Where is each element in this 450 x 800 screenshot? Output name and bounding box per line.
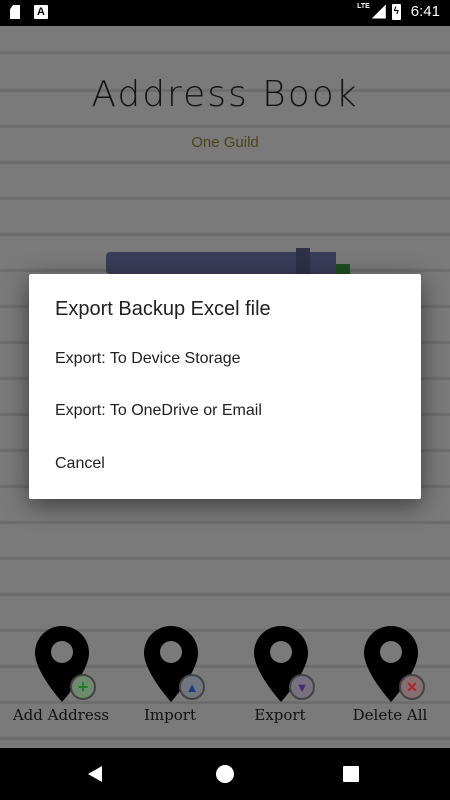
network-type-label: LTE	[357, 3, 370, 10]
status-time: 6:41	[410, 3, 440, 20]
export-device-storage-option[interactable]: Export: To Device Storage	[55, 350, 241, 368]
recents-icon[interactable]	[343, 766, 359, 782]
signal-icon	[371, 4, 386, 19]
navigation-bar	[0, 748, 450, 800]
sd-card-icon	[10, 5, 20, 19]
cancel-option[interactable]: Cancel	[55, 455, 105, 473]
a-notification-icon: A	[34, 5, 48, 19]
dialog-title: Export Backup Excel file	[55, 298, 271, 320]
home-icon[interactable]	[216, 765, 234, 783]
back-icon[interactable]	[88, 766, 102, 782]
export-onedrive-email-option[interactable]: Export: To OneDrive or Email	[55, 402, 262, 420]
status-bar: A LTE ϟ 6:41	[0, 0, 450, 26]
export-dialog: Export Backup Excel file Export: To Devi…	[29, 274, 421, 499]
battery-charging-icon: ϟ	[391, 3, 401, 20]
